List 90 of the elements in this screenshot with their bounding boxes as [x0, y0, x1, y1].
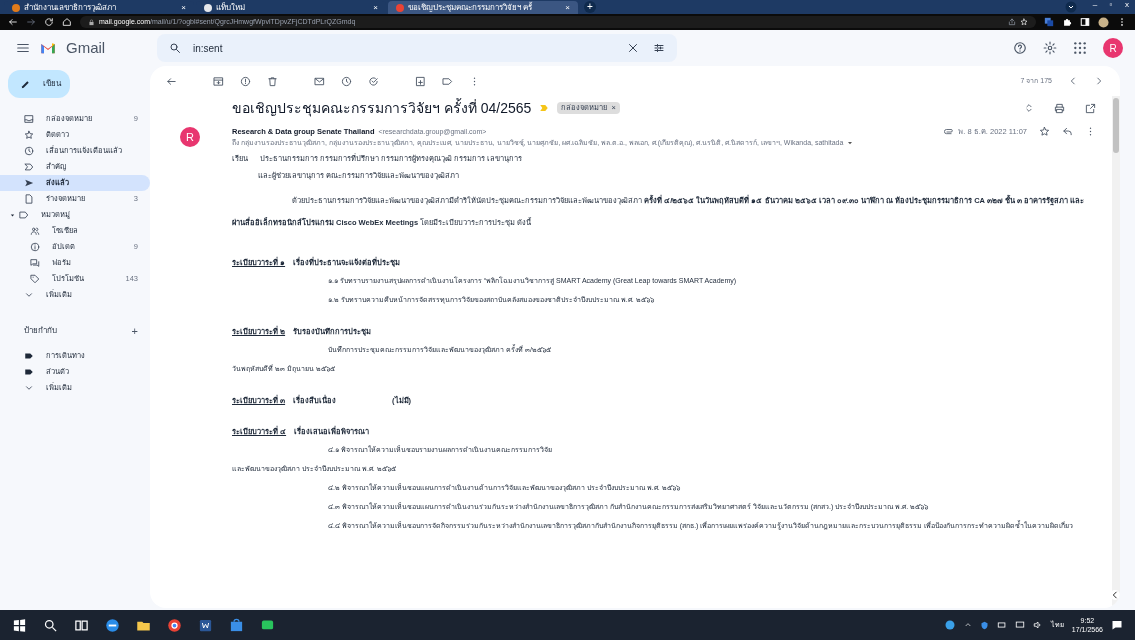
- tab-search-icon[interactable]: [1065, 1, 1077, 13]
- star-icon[interactable]: [1020, 18, 1028, 26]
- lock-icon: [88, 18, 95, 26]
- caret-down-icon[interactable]: [847, 139, 854, 146]
- profile-icon[interactable]: [1098, 16, 1109, 28]
- help-icon[interactable]: [1013, 41, 1027, 55]
- archive-icon[interactable]: [213, 75, 224, 87]
- window-control-button[interactable]: x: [1119, 0, 1135, 10]
- browser-tab[interactable]: ขอเชิญประชุมคณะกรรมการวิจัยฯ ครั้ ×: [388, 1, 578, 14]
- back-icon[interactable]: [166, 75, 177, 87]
- speaker-icon[interactable]: [1032, 620, 1043, 630]
- favicon-icon: [204, 3, 212, 12]
- favicon-icon: [396, 3, 404, 12]
- window-control-button[interactable]: –: [1087, 0, 1103, 10]
- section-title: ป้ายกำกับ: [24, 325, 58, 338]
- filter-options-icon[interactable]: [653, 42, 665, 54]
- windows-start-icon[interactable]: [12, 617, 27, 633]
- reply-icon[interactable]: [1062, 126, 1073, 138]
- gmail-logo-icon: [38, 40, 58, 56]
- expand-collapse-icon[interactable]: [1024, 103, 1034, 113]
- app-name: Gmail: [66, 37, 106, 58]
- account-avatar[interactable]: R: [1103, 38, 1123, 58]
- search-field[interactable]: in:sent: [157, 34, 677, 62]
- store-icon[interactable]: [229, 617, 244, 633]
- reload-icon[interactable]: [44, 17, 54, 27]
- puzzle-icon[interactable]: [1062, 17, 1072, 27]
- side-panel-icon[interactable]: [1080, 17, 1090, 27]
- message-subject: ขอเชิญประชุมคณะกรรมการวิจัยฯ ครั้งที่ 04/2565: [232, 97, 532, 119]
- weather-icon[interactable]: [943, 619, 956, 631]
- compose-button[interactable]: เขียน: [8, 70, 70, 98]
- chevron-up-icon[interactable]: [963, 621, 972, 629]
- important-marker-icon[interactable]: [539, 103, 550, 113]
- battery-icon[interactable]: [996, 620, 1007, 630]
- menu-icon[interactable]: [16, 41, 30, 55]
- close-tab-button[interactable]: ×: [565, 3, 570, 12]
- sender-avatar: R: [180, 127, 200, 147]
- label-icon[interactable]: [442, 75, 453, 87]
- close-tab-button[interactable]: ×: [181, 3, 186, 12]
- chevron-down-icon: [24, 290, 34, 300]
- info-icon: [30, 242, 40, 252]
- tab-title: แท็บใหม่: [216, 2, 246, 13]
- send-icon: [24, 178, 34, 188]
- caret-down-icon: [10, 212, 15, 218]
- tab-title: ขอเชิญประชุมคณะกรรมการวิจัยฯ ครั้: [408, 2, 534, 13]
- pencil-icon: [20, 78, 31, 90]
- word-icon[interactable]: [198, 617, 213, 633]
- clock-icon[interactable]: [341, 75, 352, 87]
- open-new-window-icon[interactable]: [1085, 102, 1096, 114]
- star-icon: [24, 130, 34, 140]
- edge-browser-icon[interactable]: [105, 617, 120, 633]
- tab-title: สำนักงานเลขาธิการวุฒิสภา: [24, 2, 117, 13]
- add-task-icon[interactable]: [368, 75, 379, 87]
- label-icon: [19, 210, 29, 220]
- close-tab-button[interactable]: ×: [373, 3, 378, 12]
- move-to-icon[interactable]: [415, 75, 426, 87]
- new-tab-button[interactable]: +: [584, 1, 596, 13]
- add-label-button[interactable]: +: [131, 323, 138, 340]
- settings-icon[interactable]: [1043, 41, 1057, 55]
- task-view-icon[interactable]: [74, 617, 89, 633]
- search-icon[interactable]: [43, 617, 58, 633]
- home-icon[interactable]: [62, 17, 72, 27]
- previous-icon[interactable]: [1068, 76, 1078, 86]
- shield-icon[interactable]: [979, 620, 989, 630]
- network-icon[interactable]: [1014, 620, 1025, 630]
- chat-bubbles-icon: [30, 258, 40, 268]
- trash-icon[interactable]: [267, 75, 278, 87]
- translate-icon[interactable]: [1044, 17, 1054, 27]
- important-icon: [24, 162, 34, 172]
- envelope-icon[interactable]: [314, 75, 325, 87]
- people-icon: [30, 226, 40, 236]
- search-icon[interactable]: [169, 42, 181, 54]
- chrome-icon[interactable]: [167, 617, 182, 633]
- back-icon[interactable]: [8, 17, 18, 27]
- file-icon: [24, 194, 34, 204]
- report-icon[interactable]: [240, 75, 251, 87]
- window-control-button[interactable]: ▫: [1103, 0, 1119, 10]
- favicon-icon: [12, 3, 20, 12]
- apps-grid-icon[interactable]: [1073, 41, 1087, 55]
- tag-icon: [30, 274, 40, 284]
- collapse-side-panel-icon[interactable]: [1110, 590, 1120, 600]
- paperclip-icon: [944, 126, 955, 137]
- star-icon[interactable]: [1039, 126, 1050, 138]
- share-icon[interactable]: [1008, 18, 1016, 26]
- clock-icon: [24, 146, 34, 156]
- scrollbar[interactable]: [1112, 96, 1120, 608]
- next-icon[interactable]: [1094, 76, 1104, 86]
- print-icon[interactable]: [1054, 102, 1065, 114]
- inbox-icon: [24, 114, 34, 124]
- notifications-icon[interactable]: [1111, 619, 1123, 631]
- clear-icon[interactable]: [627, 42, 639, 54]
